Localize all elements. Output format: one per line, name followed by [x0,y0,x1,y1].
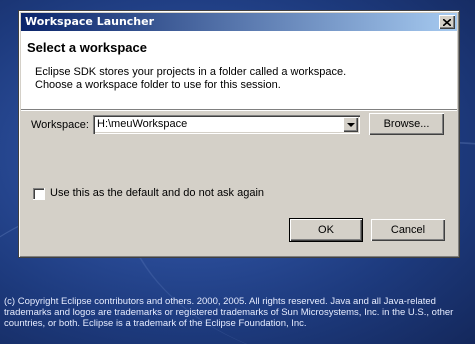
description-line-2: Choose a workspace folder to use for thi… [35,79,281,91]
workspace-input[interactable]: H:\meuWorkspace [97,118,187,130]
chevron-down-icon[interactable] [343,117,358,132]
cancel-button[interactable]: Cancel [371,219,445,241]
workspace-combo[interactable]: H:\meuWorkspace [93,115,360,134]
workspace-label: Workspace: [31,119,89,131]
default-checkbox[interactable] [33,188,45,200]
description-line-1: Eclipse SDK stores your projects in a fo… [35,66,347,78]
default-checkbox-label[interactable]: Use this as the default and do not ask a… [50,187,264,199]
workspace-launcher-dialog: Workspace Launcher Select a workspace Ec… [18,10,460,258]
header-description: Eclipse SDK stores your projects in a fo… [35,66,346,92]
header-banner: Select a workspace Eclipse SDK stores yo… [21,31,457,110]
header-divider [21,110,457,111]
close-button[interactable] [439,15,455,29]
header-title: Select a workspace [27,40,147,55]
title-bar[interactable]: Workspace Launcher [21,13,457,31]
ok-button[interactable]: OK [289,218,363,242]
close-icon [443,18,451,26]
window-title: Workspace Launcher [25,15,155,28]
copyright-notice: (c) Copyright Eclipse contributors and o… [4,296,454,329]
browse-button[interactable]: Browse... [369,113,444,135]
